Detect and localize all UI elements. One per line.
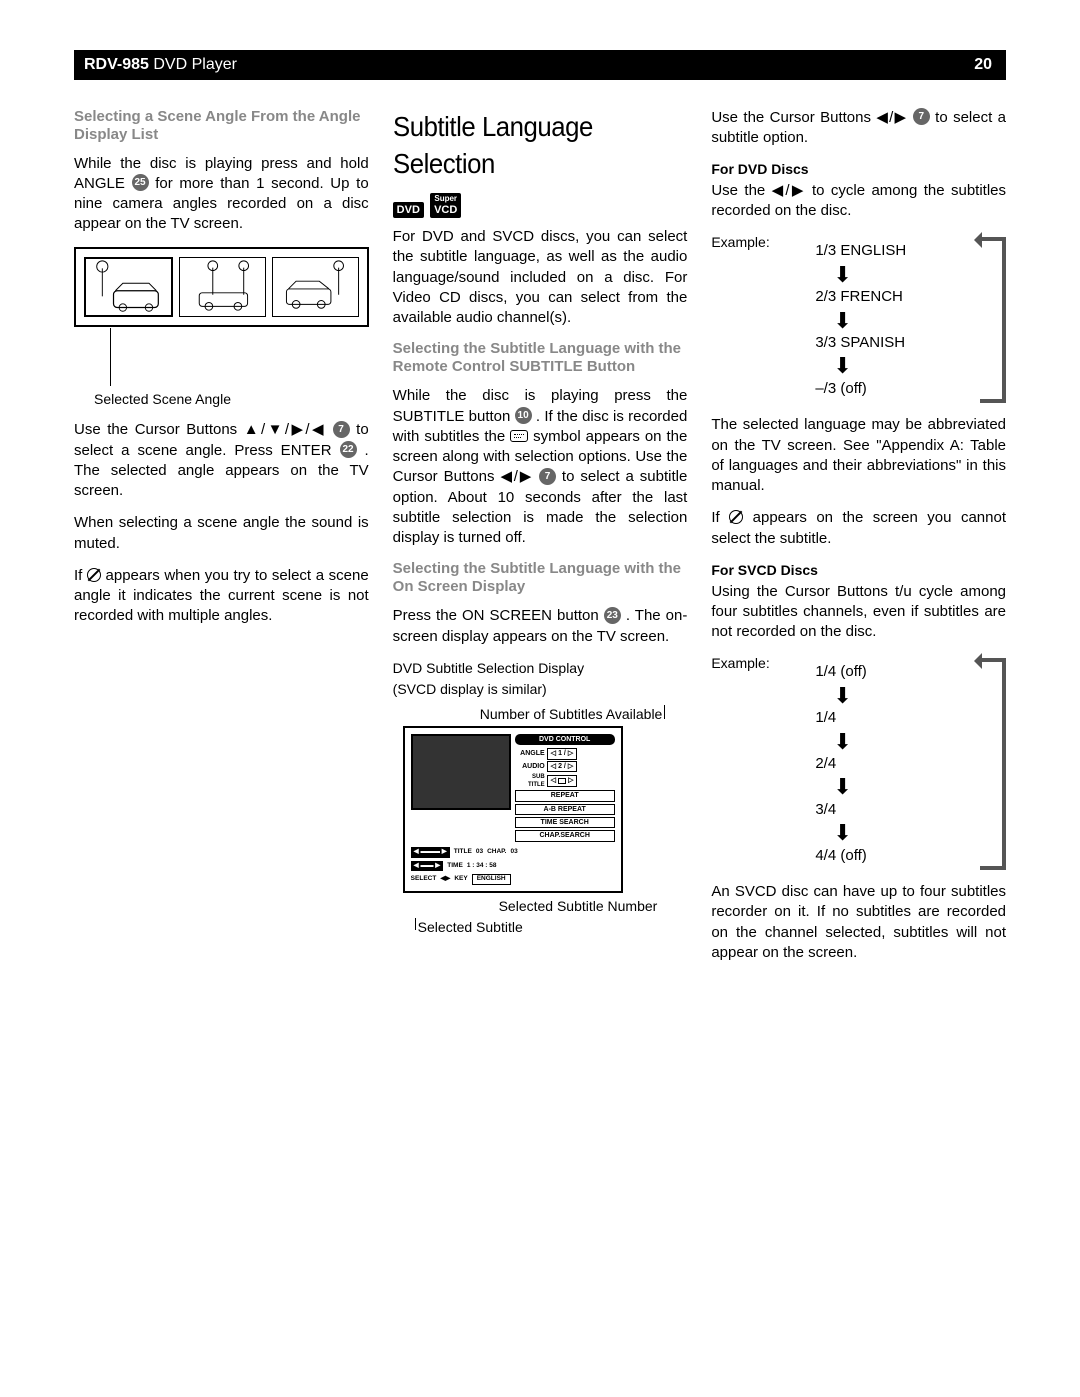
scene-pointer-line: [110, 328, 111, 386]
angle-intro: While the disc is playing press and hold…: [74, 154, 369, 235]
cycle-item: 4/4 (off): [815, 846, 972, 866]
svcd-cycle-diagram: 1/4 (off) ⬇ 1/4 ⬇ 2/4 ⬇ 3/4 ⬇ 4/4 (off): [775, 658, 1006, 870]
arrow-down-icon: ⬇: [833, 687, 972, 705]
page-header: RDV-985 DVD Player 20: [74, 50, 1006, 80]
content-columns: Selecting a Scene Angle From the Angle D…: [74, 108, 1006, 975]
model-number: RDV-985: [84, 56, 149, 73]
svcd-cycle-text: Using the Cursor Buttons t/u cycle among…: [711, 582, 1006, 643]
prohibit-note: If appears on the screen you cannot sele…: [711, 508, 1006, 549]
disc-badges: DVD Super VCD: [393, 193, 688, 219]
dvd-cycle-diagram: 1/3 ENGLISH ⬇ 2/3 FRENCH ⬇ 3/3 SPANISH ⬇…: [775, 237, 1006, 403]
svcd-footer-note: An SVCD disc can have up to four subtitl…: [711, 882, 1006, 963]
prohibit-icon: [729, 510, 743, 524]
column-1: Selecting a Scene Angle From the Angle D…: [74, 108, 369, 975]
arrow-down-icon: ⬇: [833, 824, 972, 842]
osd-repeat: REPEAT: [515, 790, 615, 801]
osd-callout-top: Number of Subtitles Available: [393, 705, 666, 724]
osd-display: DVD CONTROL ANGLE◁1 /▷ AUDIO◁2 /▷ SUB TI…: [403, 726, 623, 894]
cycle-item: –/3 (off): [815, 379, 972, 399]
dvd-badge: DVD: [393, 202, 424, 218]
header-left: RDV-985 DVD Player: [84, 54, 974, 76]
heading-svcd-discs: For SVCD Discs: [711, 561, 1006, 580]
product-name: DVD Player: [153, 56, 237, 73]
osd-header: DVD CONTROL: [515, 734, 615, 745]
osd-screen-area: [411, 734, 511, 810]
osd-figure: DVD Subtitle Selection Display (SVCD dis…: [393, 659, 688, 937]
page-number: 20: [974, 54, 992, 76]
cycle-item: 3/3 SPANISH: [815, 333, 972, 353]
main-title: Subtitle Language Selection: [393, 108, 664, 184]
arrow-down-icon: ⬇: [833, 312, 972, 330]
osd-caption-1: DVD Subtitle Selection Display: [393, 659, 688, 678]
ref-23-icon: 23: [604, 607, 621, 624]
scene-cell-2: [179, 257, 266, 317]
osd-chapsearch: CHAP.SEARCH: [515, 830, 615, 841]
subtitle-symbol-icon: [510, 430, 528, 442]
cycle-item: 3/4: [815, 800, 972, 820]
cycle-item: 1/4: [815, 708, 972, 728]
svcd-badge: Super VCD: [430, 193, 461, 218]
angle-mute-note: When selecting a scene angle the sound i…: [74, 513, 369, 554]
osd-timesearch: TIME SEARCH: [515, 817, 615, 828]
cycle-item: 2/4: [815, 754, 972, 774]
ref-25-icon: 25: [132, 174, 149, 191]
arrow-down-icon: ⬇: [833, 778, 972, 796]
osd-callout-b1: Selected Subtitle Number: [415, 897, 658, 916]
cycle-item: 2/3 FRENCH: [815, 287, 972, 307]
scene-caption: Selected Scene Angle: [94, 390, 369, 409]
section-heading-osd: Selecting the Subtitle Language with the…: [393, 560, 688, 596]
section-heading-rc: Selecting the Subtitle Language with the…: [393, 340, 688, 376]
top-cursor-text: Use the Cursor Buttons ◀/▶ 7 to select a…: [711, 108, 1006, 149]
subtitle-intro: For DVD and SVCD discs, you can select t…: [393, 227, 688, 328]
osd-callout-b2: Selected Subtitle: [415, 918, 688, 937]
osd-bottom-row-3: SELECT ◀▶ KEY ENGLISH: [411, 874, 615, 885]
column-2: Subtitle Language Selection DVD Super VC…: [393, 108, 688, 975]
example-label-2: Example:: [711, 654, 775, 882]
ref-22-icon: 22: [340, 441, 357, 458]
angle-cursor-text: Use the Cursor Buttons ▲/▼/▶/◀ 7 to sele…: [74, 420, 369, 501]
osd-paragraph: Press the ON SCREEN button 23 . The on-s…: [393, 606, 688, 647]
scene-angle-figure: [74, 247, 369, 327]
ref-7-icon: 7: [539, 468, 556, 485]
cycle-item: 1/4 (off): [815, 662, 972, 682]
return-arrow-icon: [980, 237, 1006, 403]
heading-dvd-discs: For DVD Discs: [711, 160, 1006, 179]
scene-cell-selected: [84, 257, 173, 317]
osd-bottom-row-2: ◀ ▬▬ ▶ TIME 1 : 34 : 58: [411, 861, 615, 872]
ref-7-icon: 7: [913, 108, 930, 125]
scene-cell-3: [272, 257, 359, 317]
prohibit-icon: [87, 568, 101, 582]
section-heading-angle: Selecting a Scene Angle From the Angle D…: [74, 108, 369, 144]
abbrev-note: The selected language may be abbreviated…: [711, 415, 1006, 496]
ref-10-icon: 10: [515, 407, 532, 424]
arrow-down-icon: ⬇: [833, 357, 972, 375]
scene-row: [84, 257, 359, 317]
arrow-down-icon: ⬇: [833, 733, 972, 751]
osd-side-panel: DVD CONTROL ANGLE◁1 /▷ AUDIO◁2 /▷ SUB TI…: [515, 734, 615, 844]
return-arrow-icon: [980, 658, 1006, 870]
rc-paragraph: While the disc is playing press the SUBT…: [393, 386, 688, 548]
osd-caption-2: (SVCD display is similar): [393, 680, 688, 699]
column-3: Use the Cursor Buttons ◀/▶ 7 to select a…: [711, 108, 1006, 975]
dvd-cycle-text: Use the ◀/▶ to cycle among the subtitles…: [711, 181, 1006, 222]
osd-bottom-row: ◀ ▬▬▬ ▶ TITLE03 CHAP.03: [411, 847, 615, 858]
cycle-item: 1/3 ENGLISH: [815, 241, 972, 261]
example-label-1: Example:: [711, 233, 775, 415]
ref-7-icon: 7: [333, 421, 350, 438]
arrow-down-icon: ⬇: [833, 266, 972, 284]
angle-no-icon-note: If appears when you try to select a scen…: [74, 566, 369, 627]
osd-abrepeat: A-B REPEAT: [515, 804, 615, 815]
